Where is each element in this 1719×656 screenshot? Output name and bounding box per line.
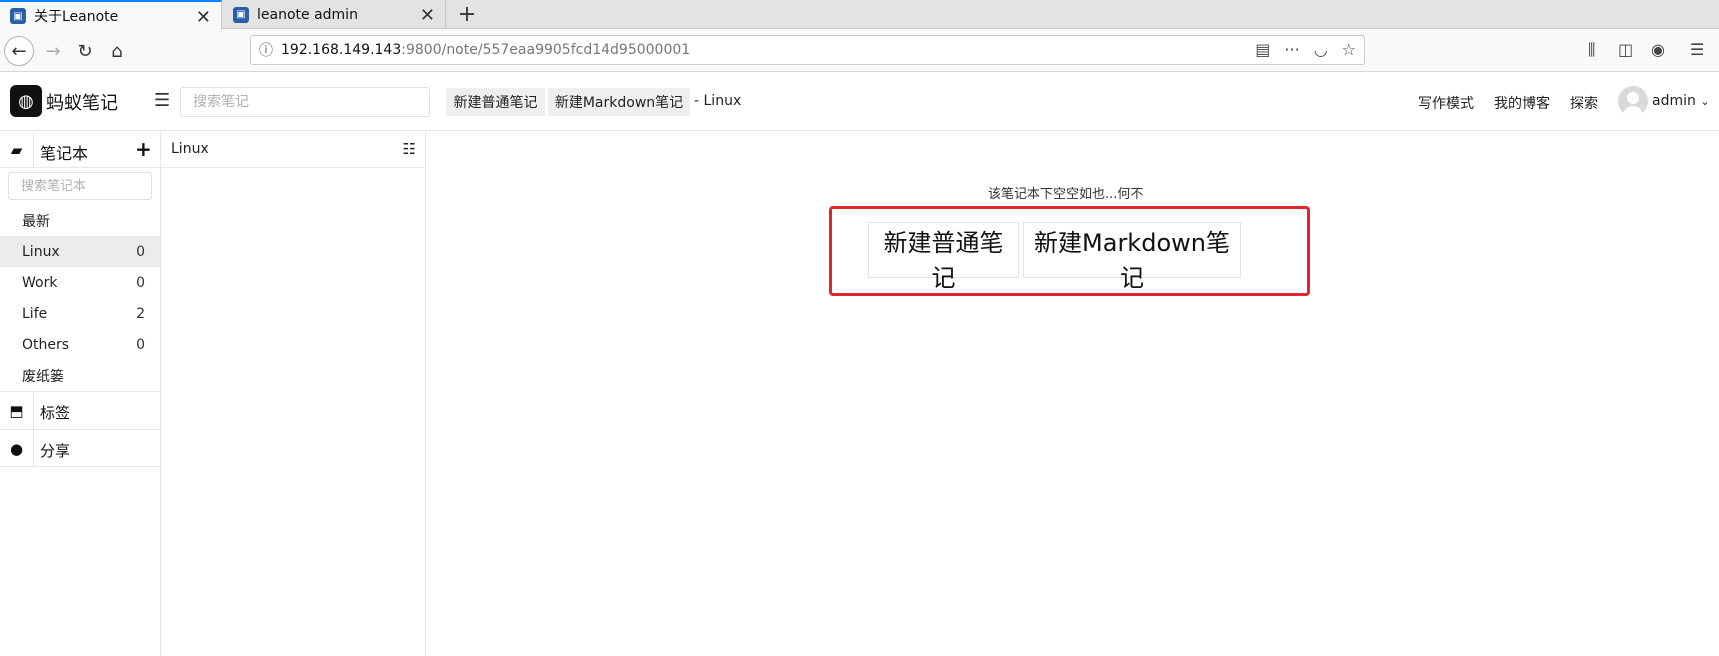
- leanote-favicon-icon: ▣: [10, 8, 26, 24]
- notebook-sidebar: ▰ 笔记本 + 最新 Linux 0 Work 0 Life 2 Others …: [0, 132, 161, 656]
- arrow-left-icon: ←: [11, 40, 27, 62]
- my-blog-link[interactable]: 我的博客: [1494, 93, 1550, 113]
- toggle-sidebar-icon[interactable]: ☰: [154, 90, 170, 111]
- empty-notebook-message: 该笔记本下空空如也...何不: [988, 187, 1144, 202]
- notebook-count: 0: [136, 274, 145, 291]
- bookmark-star-icon[interactable]: ☆: [1342, 40, 1356, 59]
- user-name: admin: [1652, 93, 1696, 109]
- tab-title: leanote admin: [257, 6, 358, 23]
- reload-icon: ↻: [77, 40, 93, 62]
- new-markdown-note-button[interactable]: 新建Markdown笔记: [548, 88, 690, 116]
- sidebar-section-share[interactable]: ● 分享: [0, 429, 160, 468]
- notebook-header: ▰ 笔记本 +: [0, 132, 160, 168]
- chevron-down-icon: ⌄: [1700, 95, 1710, 108]
- sidebar-item-life[interactable]: Life 2: [0, 298, 160, 329]
- new-note-button[interactable]: 新建普通笔记: [446, 88, 545, 116]
- browser-tab-leanote-admin[interactable]: ▣ leanote admin ✕: [223, 0, 446, 29]
- reload-button[interactable]: ↻: [70, 36, 100, 66]
- notebook-count: 0: [136, 243, 145, 260]
- avatar[interactable]: [1618, 86, 1648, 116]
- empty-new-markdown-button[interactable]: 新建Markdown笔记: [1023, 222, 1241, 292]
- explore-link[interactable]: 探索: [1570, 93, 1598, 113]
- page-actions-icon[interactable]: ···: [1284, 40, 1299, 59]
- notebook-count: 2: [136, 305, 145, 322]
- sidebar-item-linux[interactable]: Linux 0: [0, 236, 160, 267]
- arrow-right-icon: →: [45, 40, 61, 62]
- note-list-header: Linux ☷: [161, 132, 426, 168]
- book-icon: ▰: [0, 132, 34, 168]
- sidebar-item-label: Linux: [22, 243, 60, 260]
- url-host: 192.168.149.143: [281, 42, 402, 58]
- note-editor-area: 该笔记本下空空如也...何不 新建普通笔记 新建Markdown笔记: [427, 132, 1719, 656]
- browser-nav-bar: ← → ↻ ⌂ ⓘ 192.168.149.143:9800/note/557e…: [0, 30, 1719, 72]
- sidebar-item-others[interactable]: Others 0: [0, 329, 160, 360]
- close-tab-icon[interactable]: ✕: [196, 7, 211, 28]
- back-button[interactable]: ←: [4, 36, 34, 66]
- user-icon: ●: [0, 430, 34, 468]
- sidebar-section-tags[interactable]: ⬒ 标签: [0, 391, 160, 430]
- menu-icon[interactable]: ☰: [1690, 40, 1704, 59]
- browser-tab-about-leanote[interactable]: ▣ 关于Leanote ✕: [0, 0, 222, 30]
- app-header: ◍ 蚂蚁笔记 ☰ 新建普通笔记 新建Markdown笔记 - Linux 写作模…: [0, 73, 1719, 131]
- sidebar-item-trash[interactable]: 废纸篓: [0, 360, 160, 391]
- leanote-favicon-icon: ▣: [233, 6, 249, 23]
- current-notebook-breadcrumb: - Linux: [694, 93, 742, 109]
- url-path: :9800/note/557eaa9905fcd14d95000001: [401, 42, 691, 58]
- sidebar-item-latest[interactable]: 最新: [0, 205, 160, 236]
- home-icon: ⌂: [111, 40, 123, 62]
- notebook-count: 0: [136, 336, 145, 353]
- close-tab-icon[interactable]: ✕: [420, 5, 435, 26]
- sidebar-item-label: 最新: [22, 213, 50, 230]
- home-button[interactable]: ⌂: [102, 36, 132, 66]
- browser-tab-strip: ▣ 关于Leanote ✕ ▣ leanote admin ✕ +: [0, 0, 1719, 30]
- forward-button[interactable]: →: [38, 36, 68, 66]
- account-icon[interactable]: ◉: [1651, 40, 1665, 59]
- search-note-input[interactable]: [180, 87, 430, 117]
- library-icon[interactable]: ⫼: [1588, 40, 1595, 60]
- tags-label: 标签: [40, 404, 71, 422]
- info-icon[interactable]: ⓘ: [251, 40, 281, 60]
- search-notebook-input[interactable]: [8, 172, 152, 200]
- add-notebook-icon[interactable]: +: [135, 137, 152, 161]
- leanote-logo-icon[interactable]: ◍: [10, 85, 42, 117]
- notebook-title[interactable]: 笔记本: [40, 140, 88, 164]
- write-mode-link[interactable]: 写作模式: [1418, 93, 1474, 113]
- pocket-icon[interactable]: ◡: [1314, 40, 1328, 59]
- note-list-title: Linux: [171, 141, 209, 157]
- sidebar-item-label: Others: [22, 336, 70, 353]
- sidebar-item-label: Work: [22, 274, 58, 291]
- sidebar-item-label: Life: [22, 305, 48, 322]
- url-bar[interactable]: ⓘ 192.168.149.143:9800/note/557eaa9905fc…: [250, 35, 1365, 65]
- sidebar-item-work[interactable]: Work 0: [0, 267, 160, 298]
- tab-title: 关于Leanote: [34, 9, 119, 25]
- reader-view-icon[interactable]: ▤: [1255, 40, 1270, 59]
- note-list-panel: Linux ☷: [161, 132, 426, 656]
- share-label: 分享: [40, 442, 71, 460]
- sidebar-item-label: 废纸篓: [22, 368, 64, 385]
- logo-text[interactable]: 蚂蚁笔记: [46, 89, 118, 115]
- list-view-icon[interactable]: ☷: [403, 140, 416, 158]
- sidebar-toggle-icon[interactable]: ◫: [1618, 40, 1633, 59]
- bookmark-icon: ⬒: [0, 392, 34, 430]
- user-menu[interactable]: admin ⌄: [1652, 93, 1710, 109]
- empty-new-note-button[interactable]: 新建普通笔记: [868, 222, 1019, 292]
- new-tab-button[interactable]: +: [455, 2, 479, 27]
